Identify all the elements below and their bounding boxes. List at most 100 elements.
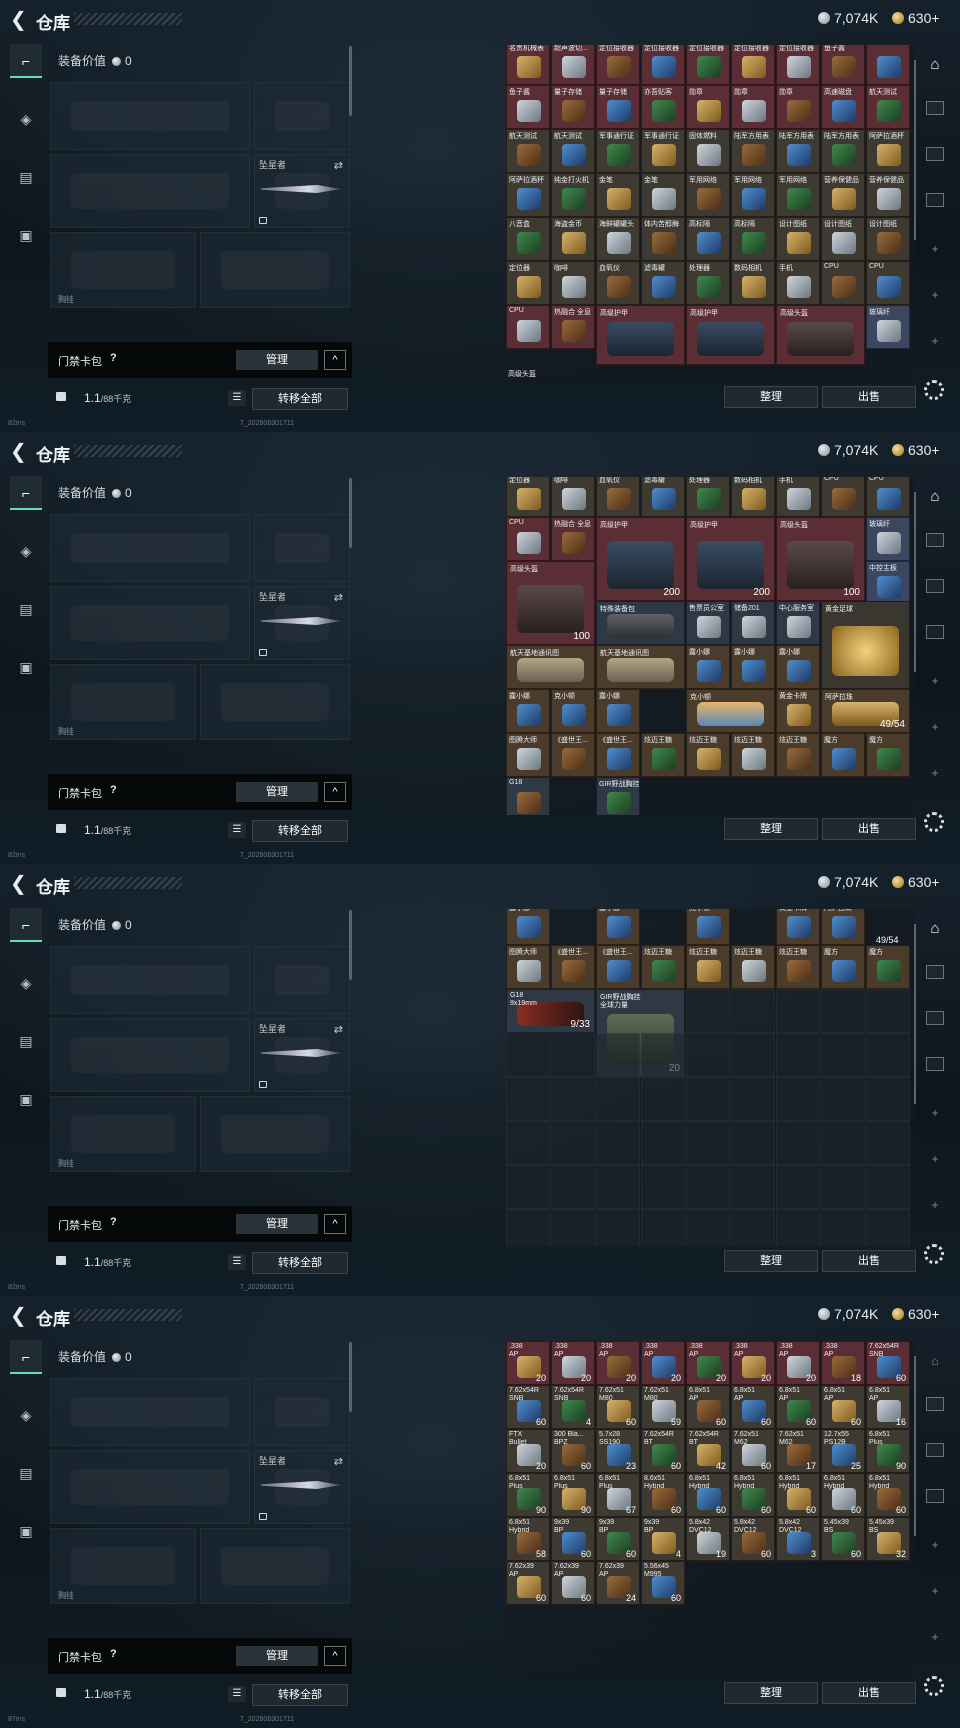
item-cell[interactable]: 炫迈王糖 [731,945,775,989]
keycard-help-icon[interactable]: ? [110,784,117,796]
item-cell[interactable]: 6.8x51 Hybrid 60 [731,1473,775,1517]
item-cell[interactable]: .338 AP 20 [596,1341,640,1385]
item-cell[interactable]: 6.8x51 AP 60 [821,1385,865,1429]
collapse-button[interactable]: ^ [324,1214,346,1234]
item-cell[interactable]: 6.8x51 Hybrid 60 [776,1473,820,1517]
item-cell[interactable]: .338 AP 20 [551,1341,595,1385]
list-icon[interactable]: ☰ [228,822,246,838]
item-cell[interactable]: 炫迈王糖 [776,945,820,989]
briefcase-tab[interactable]: ▣ [10,650,42,684]
empty-slot[interactable] [641,1209,685,1247]
item-cell[interactable]: 血氧仪 [596,261,640,305]
add-icon[interactable]: + [922,1532,948,1558]
item-cell[interactable]: 露小娜 [596,909,640,945]
sell-button[interactable]: 出售 [822,1250,916,1272]
gun-tab[interactable]: ⌐ [10,476,42,510]
armor-slot[interactable] [200,232,350,308]
item-cell[interactable]: 炫迈王糖 [731,733,775,777]
item-cell[interactable]: FTX Bullet 20 [506,1429,550,1473]
item-cell[interactable]: 5.8x42 DVC12 60 [731,1517,775,1561]
item-cell[interactable]: 9x39 BP 60 [596,1517,640,1561]
empty-slot[interactable] [731,1121,775,1165]
item-cell[interactable]: 露小娜 [506,689,550,733]
empty-slot[interactable] [686,1209,730,1247]
armor-1[interactable]: 高级护甲 [596,305,685,365]
item-cell[interactable]: 7.62x54R BT 42 [686,1429,730,1473]
transfer-all-button[interactable]: 转移全部 [252,820,348,842]
empty-slot[interactable] [641,1121,685,1165]
empty-slot[interactable] [506,1209,550,1247]
map-1[interactable]: 航天基地通讯图 [506,645,595,689]
empty-slot[interactable] [551,1209,595,1247]
case-icon-3[interactable] [922,622,948,648]
knife-slot[interactable]: 坠星者 ⇄ [254,154,350,228]
item-cell[interactable]: 6.8x51 Plus 90 [866,1429,910,1473]
item-cell[interactable]: 手机 [776,261,820,305]
item-cell[interactable]: 露小娜 [506,909,550,945]
item-cell[interactable]: .338 AP 20 [641,1341,685,1385]
clipboard-tab[interactable]: ▤ [10,1024,42,1058]
item-cell[interactable]: 高标隔 [686,217,730,261]
equipment-scrollbar[interactable] [349,46,352,116]
item-cell[interactable] [866,45,910,85]
armor-tab[interactable]: ◈ [10,1398,42,1432]
item-cell[interactable]: 鱼子酱 [821,45,865,85]
back-button[interactable]: ❮ [10,441,32,463]
item-cell[interactable]: 露小娜 [731,645,775,689]
item-cell[interactable]: 阿萨拉酒杯 [866,129,910,173]
item-cell[interactable]: 魔方 [821,733,865,777]
item-cell[interactable]: 7.62x54R SNB 4 [551,1385,595,1429]
add-icon[interactable]: + [922,236,948,262]
empty-slot[interactable] [596,1077,640,1121]
empty-slot[interactable] [731,1077,775,1121]
settings-gear-icon[interactable] [924,1676,944,1696]
item-cell[interactable]: 营养保健品 [821,173,865,217]
add-icon-2[interactable]: + [922,714,948,740]
empty-slot[interactable] [686,1077,730,1121]
item-cell[interactable]: CPU [821,261,865,305]
item-cell[interactable]: 金笔 [641,173,685,217]
item-cell[interactable]: 6.8x51 AP 16 [866,1385,910,1429]
add-icon-3[interactable]: + [922,760,948,786]
item-cell[interactable]: 名贵机械表 [506,45,550,85]
swap-icon[interactable]: ⇄ [334,1023,343,1036]
list-icon[interactable]: ☰ [228,1254,246,1270]
item-cell[interactable]: 体内苦醇酶 [641,217,685,261]
back-button[interactable]: ❮ [10,1305,32,1327]
item-cell[interactable]: GIR野战胸挂 [596,777,640,815]
empty-slot[interactable] [686,1121,730,1165]
empty-slot[interactable] [641,1033,685,1077]
item-cell[interactable]: 亦吾贴客 [641,85,685,129]
helmet-1[interactable]: 高级头盔 100 [776,517,865,601]
cpu-cell[interactable]: CPU [506,305,550,349]
empty-slot[interactable] [821,989,865,1033]
armor-2[interactable]: 高级护甲 [686,305,775,365]
item-cell[interactable]: 炫迈王糖 [686,733,730,777]
secondary-weapon-slot[interactable] [50,1450,250,1524]
board-cell[interactable]: 中控主板 [866,561,910,605]
item-cell[interactable]: 5.56x45 M995 60 [641,1561,685,1605]
item-cell[interactable]: 手机 [776,477,820,517]
item-cell[interactable]: 数码相机 [731,477,775,517]
secondary-weapon-slot[interactable] [50,1018,250,1092]
knife-slot[interactable]: 坠星者 ⇄ [254,1018,350,1092]
item-cell[interactable]: 阿萨拉珠 [821,909,865,945]
knife-slot[interactable]: 坠星者 ⇄ [254,1450,350,1524]
item-cell[interactable]: .338 AP 20 [686,1341,730,1385]
empty-slot[interactable] [641,1077,685,1121]
container-icon[interactable]: ⌂ [922,52,948,78]
item-cell[interactable]: 《盛世王... [551,945,595,989]
item-cell[interactable]: 6.8x51 Hybrid 60 [821,1473,865,1517]
item-cell[interactable]: 鱼子酱 [506,85,550,129]
cpu-cell[interactable]: CPU [506,517,550,561]
case-icon-2[interactable] [922,576,948,602]
sort-button[interactable]: 整理 [724,1250,818,1272]
item-cell[interactable]: 陆军方用表 [821,129,865,173]
item-cell[interactable]: 固体燃料 [686,129,730,173]
empty-slot[interactable] [686,989,730,1033]
add-icon-3[interactable]: + [922,1192,948,1218]
helmet-1[interactable]: 高级头盔 [776,305,865,365]
item-cell[interactable]: 《盛世王... [551,733,595,777]
item-cell[interactable]: 7.62x39 AP 24 [596,1561,640,1605]
add-icon-2[interactable]: + [922,1146,948,1172]
